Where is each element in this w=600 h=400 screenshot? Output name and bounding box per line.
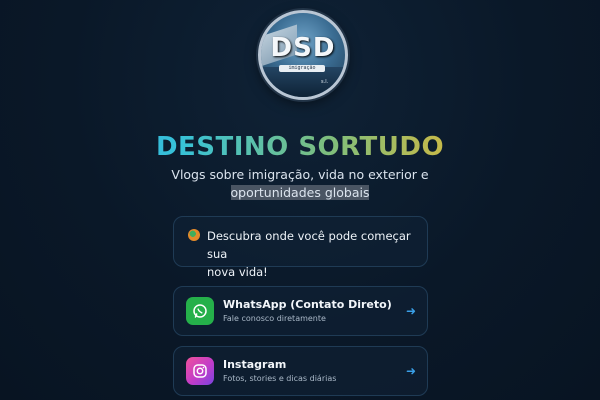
tagline-selected-text[interactable]: oportunidades globais [230, 185, 370, 200]
info-card-line2: nova vida! [207, 265, 268, 279]
instagram-link-subtitle: Fotos, stories e dicas diárias [223, 374, 337, 383]
page-title: DESTINO SORTUDO [0, 132, 600, 162]
logo-search-bar: imigração [279, 65, 325, 72]
info-card: Descubra onde você pode começar sua nova… [173, 216, 428, 279]
whatsapp-link-title: WhatsApp (Contato Direto) [223, 298, 392, 311]
tagline-line1: Vlogs sobre imigração, vida no exterior … [171, 167, 429, 182]
channel-logo: DSD imigração s.l. [258, 10, 348, 100]
whatsapp-link-button[interactable]: WhatsApp (Contato Direto) Fale conosco d… [173, 286, 428, 336]
whatsapp-icon [186, 297, 214, 325]
globe-icon [188, 229, 200, 241]
tagline: Vlogs sobre imigração, vida no exterior … [150, 166, 450, 202]
logo-subtext: s.l. [321, 79, 329, 85]
arrow-right-icon: ➜ [405, 364, 417, 378]
arrow-right-icon: ➜ [405, 304, 417, 318]
text-cursor-icon: I [238, 188, 242, 201]
instagram-icon [186, 357, 214, 385]
whatsapp-link-subtitle: Fale conosco diretamente [223, 314, 326, 323]
logo-text: DSD [270, 33, 336, 63]
instagram-link-title: Instagram [223, 358, 287, 371]
instagram-link-button[interactable]: Instagram Fotos, stories e dicas diárias… [173, 346, 428, 396]
info-card-line1: Descubra onde você pode começar sua [207, 229, 411, 261]
